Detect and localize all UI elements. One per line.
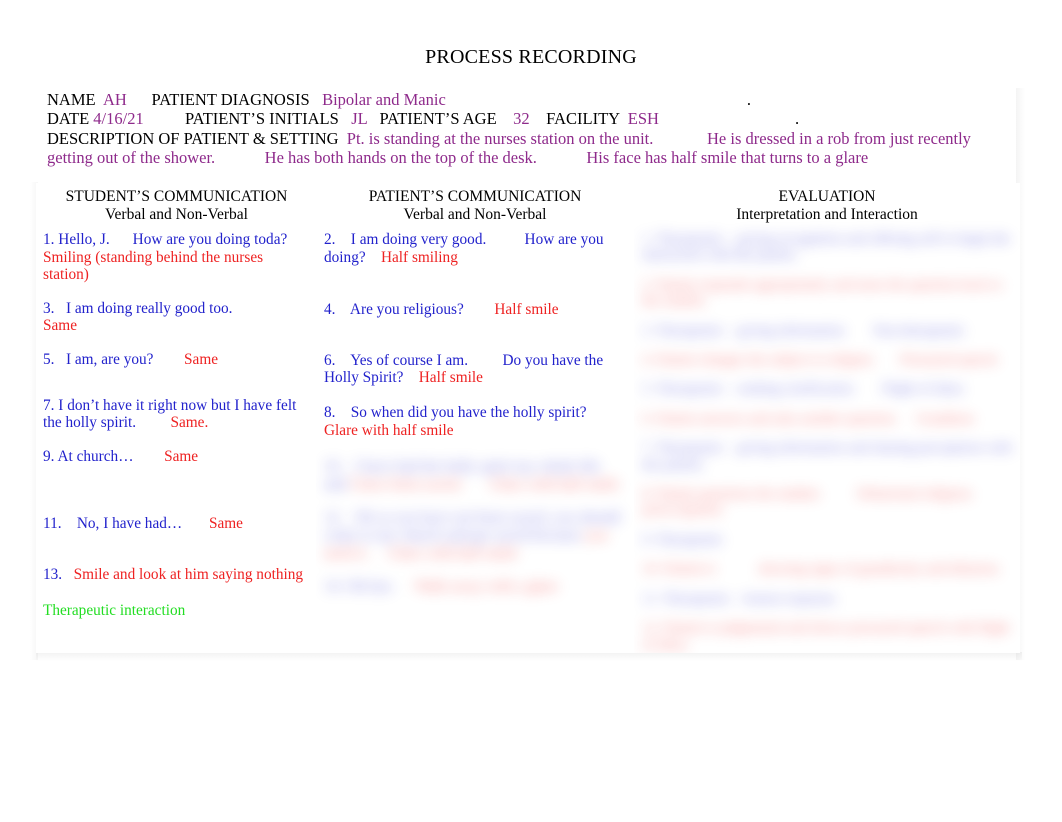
column-evaluation: EVALUATION Interpretation and Interactio… [634, 183, 1020, 653]
column-title-evaluation: EVALUATION [778, 188, 876, 205]
column-subtitle-patient: Verbal and Non-Verbal [403, 206, 547, 223]
patient-entry-14-verbal: 14. Ok bye. [324, 578, 407, 596]
student-footer-note: Therapeutic interaction [43, 601, 186, 619]
patient-entry-8-verbal: 8. So when did you have the holly spirit… [324, 404, 594, 421]
student-entry-13-nonverbal: Smile and look at him saying nothing [69, 565, 304, 583]
student-entry-9-nonverbal: Same [141, 447, 199, 465]
patient-entry-6: 6. Yes of course I am. Do you have the H… [324, 352, 626, 387]
header-line-description: DESCRIPTION OF PATIENT & SETTING Pt. is … [47, 129, 997, 168]
patient-entry-8-verbal-text: 8. So when did you have the holly spirit… [324, 403, 595, 421]
student-entry-13: 13. Smile and look at him saying nothing [43, 566, 310, 584]
patient-entry-4-verbal: 4. Are you religious? [324, 301, 472, 319]
evaluation-line-5: 5. Therapeutic – seeking clarification F… [642, 381, 964, 398]
student-entry-3-nonverbal: Same [43, 317, 77, 335]
evaluation-line-7: 7. Therapeutic – giving information and … [642, 440, 1016, 473]
patient-entry-12: 12. Oh so you have not been saved, you s… [324, 509, 626, 562]
column-subtitle-student: Verbal and Non-Verbal [105, 206, 248, 223]
page-title: PROCESS RECORDING [425, 46, 637, 68]
column-title-patient: PATIENT’S COMMUNICATION [368, 188, 582, 205]
patient-entry-2: 2. I am doing very good. How are you doi… [324, 231, 626, 266]
evaluation-line-4: 4. Patient changes the subject to religi… [642, 352, 998, 369]
description-label: DESCRIPTION OF PATIENT & SETTING [47, 128, 339, 148]
patient-entry-14-nonverbal: Walk away with a glare [406, 578, 559, 596]
initials-value: JL [351, 109, 368, 129]
page-edge-bottom-shadow [36, 652, 1022, 661]
evaluation-line-2: 2. Patient responds appropriately and tu… [642, 276, 1006, 310]
patient-entry-6-nonverbal: Half smile [411, 369, 483, 387]
student-entries-body: 1. Hello, J. How are you doing toda? Smi… [43, 231, 310, 619]
document-page: PROCESS RECORDING NAME AH PATIENT DIAGNO… [0, 0, 1062, 822]
date-value: 4/16/21 [93, 109, 144, 129]
name-value: AH [102, 90, 127, 109]
age-label: PATIENT’S AGE [379, 109, 497, 129]
patient-entry-4: 4. Are you religious? Half smile [324, 301, 626, 319]
header-line-date-initials-age-facility: DATE 4/16/21 PATIENT’S INITIALS JL PATIE… [47, 109, 997, 128]
evaluation-line-1: 1. Therapeutic – giving recognition and … [642, 231, 1014, 264]
patient-entry-4-nonverbal: Half smile [471, 301, 559, 319]
name-label: NAME [47, 90, 96, 109]
evaluation-line-6: 6. Patient answers and asks another ques… [642, 410, 975, 427]
student-entry-1-verbal: 1. Hello, J. How are you doing toda? [43, 231, 295, 248]
patient-entry-10-nonverbal: I have been saved. Glare with half smile [349, 475, 620, 493]
line2-trailing-dot: . [795, 109, 800, 129]
student-entry-7-nonverbal: Same. [143, 414, 209, 432]
student-entry-11: 11. No, I have had… Same [43, 515, 310, 533]
facility-label: FACILITY [546, 109, 620, 129]
column-header-evaluation: EVALUATION Interpretation and Interactio… [642, 183, 1012, 224]
student-entry-5: 5. I am, are you? Same [43, 351, 310, 369]
evaluation-line-12: 12. Patient is judgmental and shows pres… [642, 620, 1013, 653]
column-header-student: STUDENT’S COMMUNICATION Verbal and Non-V… [43, 183, 310, 224]
date-label: DATE [47, 109, 90, 129]
line1-trailing-dot: . [746, 90, 752, 109]
student-entry-11-nonverbal: Same [189, 515, 243, 533]
student-entry-1: 1. Hello, J. How are you doing toda? Smi… [43, 231, 310, 284]
evaluation-line-9: 9. Therapeutic [642, 531, 756, 548]
student-entry-13-verbal: 13. [43, 565, 70, 583]
student-entry-11-verbal: 11. No, I have had… [43, 515, 190, 533]
patient-entry-2-verbal: 2. I am doing very good. How are you doi… [324, 231, 608, 266]
student-entry-5-nonverbal: Same [161, 350, 219, 368]
diagnosis-value: Bipolar and Manic [322, 90, 446, 109]
column-title-student: STUDENT’S COMMUNICATION [65, 188, 288, 205]
student-entry-3: 3. I am doing really good too. Same [43, 300, 310, 335]
patient-entry-10: 10. I have had the holly spirit my whole… [324, 458, 626, 493]
student-entry-5-verbal: 5. I am, are you? [43, 350, 162, 368]
student-entry-9-verbal: 9. At church… [43, 447, 142, 465]
process-recording-table: STUDENT’S COMMUNICATION Verbal and Non-V… [36, 183, 1020, 653]
evaluation-redacted-region: 1. Therapeutic – giving recognition and … [642, 231, 1012, 653]
student-entry-9: 9. At church… Same [43, 448, 310, 466]
patient-entry-2-nonverbal: Half smiling [373, 248, 458, 266]
diagnosis-label: PATIENT DIAGNOSIS [151, 90, 310, 109]
age-value: 32 [513, 109, 530, 129]
initials-label: PATIENT’S INITIALS [184, 109, 339, 129]
evaluation-line-3: 3. Therapeutic – giving information Non-… [642, 322, 966, 339]
student-entry-7: 7. I don’t have it right now but I have … [43, 397, 310, 432]
patient-entry-14: 14. Ok bye. Walk away with a glare [324, 578, 626, 596]
header-fields: NAME AH PATIENT DIAGNOSIS Bipolar and Ma… [47, 90, 997, 167]
evaluation-line-10: 10. Patient is showing signs of grandios… [642, 561, 1002, 578]
facility-value: ESH [627, 109, 659, 129]
student-entry-3-verbal: 3. I am doing really good too. [43, 299, 241, 317]
patient-entries-body: 2. I am doing very good. How are you doi… [324, 231, 626, 596]
patient-redacted-region: 10. I have had the holly spirit my whole… [324, 458, 626, 596]
header-line-name-diagnosis: NAME AH PATIENT DIAGNOSIS Bipolar and Ma… [47, 90, 997, 109]
patient-entry-12-verbal: 12. Oh so you have not been saved, you s… [324, 509, 624, 544]
evaluation-line-11: 11. Therapeutic – honest response. [642, 590, 839, 607]
column-subtitle-evaluation: Interpretation and Interaction [736, 206, 918, 223]
column-student-communication: STUDENT’S COMMUNICATION Verbal and Non-V… [36, 183, 316, 653]
patient-entry-8: 8. So when did you have the holly spirit… [324, 404, 626, 439]
column-header-patient: PATIENT’S COMMUNICATION Verbal and Non-V… [324, 183, 626, 224]
column-patient-communication: PATIENT’S COMMUNICATION Verbal and Non-V… [316, 183, 634, 653]
evaluation-line-8: 8. Patient questions the student. Delusi… [642, 486, 976, 519]
